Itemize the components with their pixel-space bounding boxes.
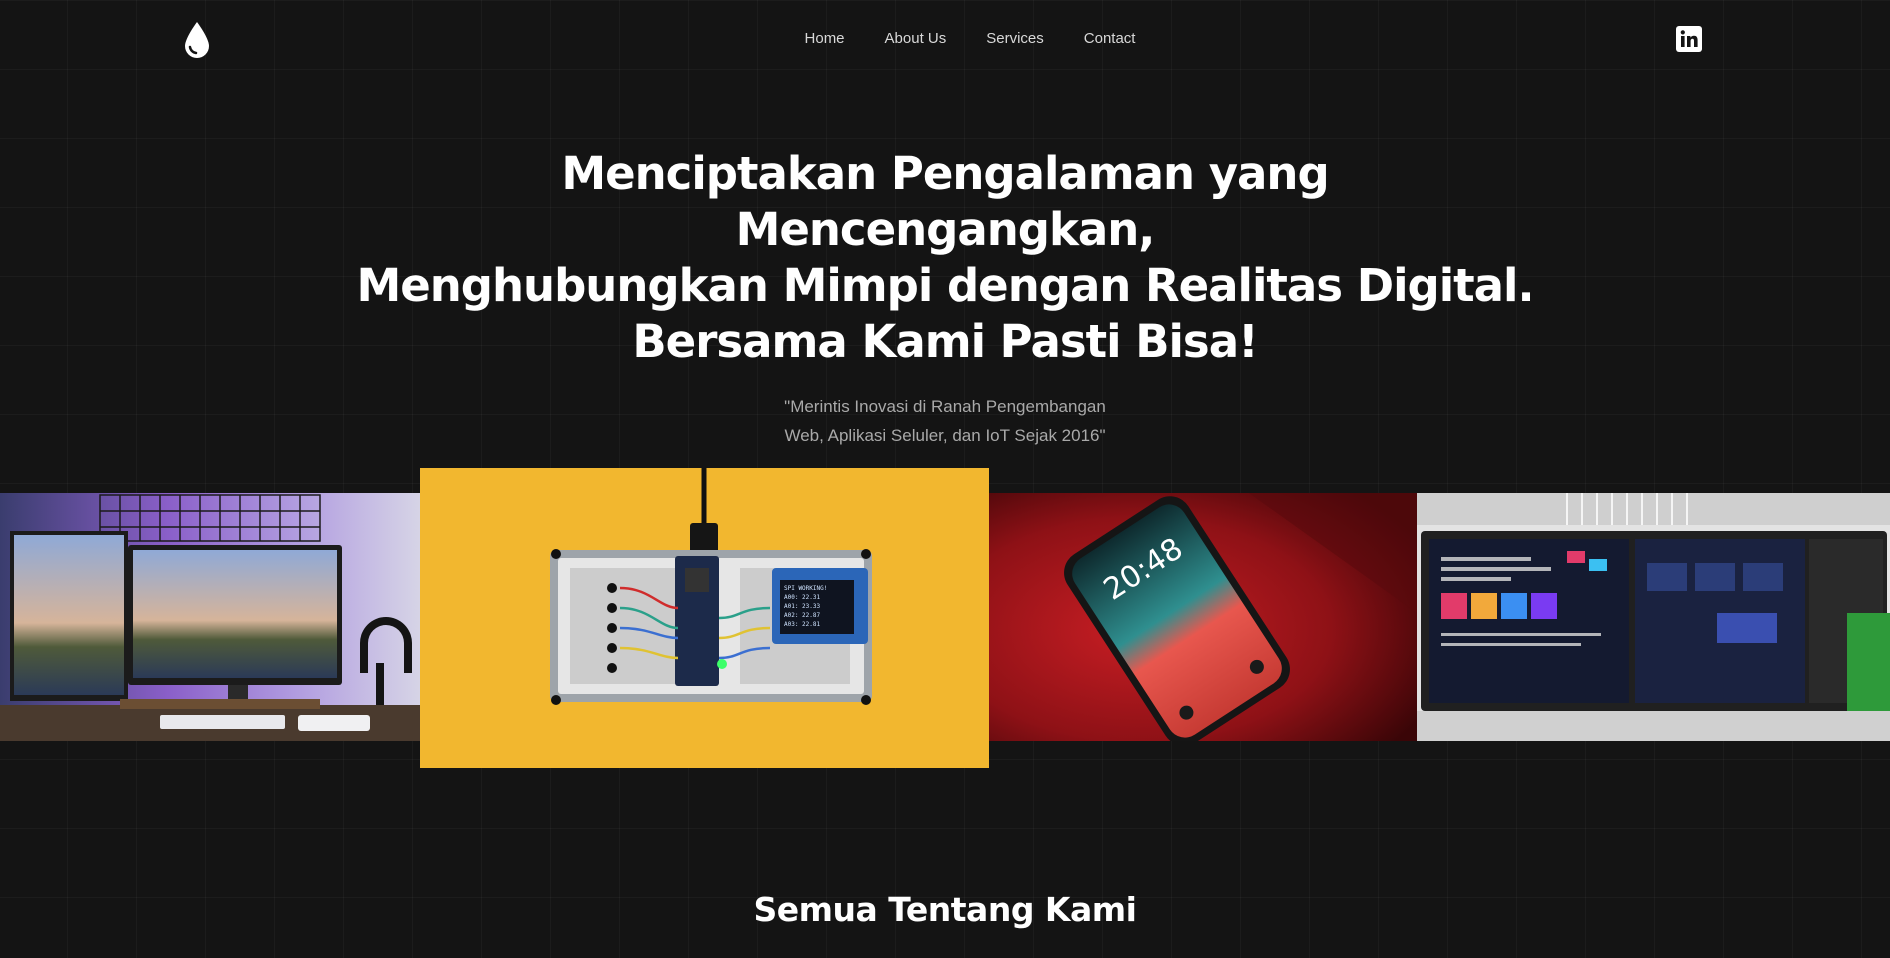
hero-section: Menciptakan Pengalaman yang Mencengangka… bbox=[0, 146, 1890, 450]
hero-subtitle-line-1: "Merintis Inovasi di Ranah Pengembangan bbox=[784, 397, 1106, 416]
main-nav: Home About Us Services Contact bbox=[0, 30, 1890, 47]
svg-text:A01: 23.33: A01: 23.33 bbox=[784, 603, 821, 610]
iot-breadboard-photo: SPI WORKING! A00: 22.31 A01: 23.33 A02: … bbox=[420, 468, 989, 768]
navbar: Home About Us Services Contact bbox=[0, 0, 1890, 80]
nav-contact[interactable]: Contact bbox=[1084, 30, 1136, 47]
hero-title: Menciptakan Pengalaman yang Mencengangka… bbox=[355, 146, 1535, 370]
svg-text:A03: 22.81: A03: 22.81 bbox=[784, 621, 821, 628]
svg-text:SPI WORKING!: SPI WORKING! bbox=[784, 585, 827, 592]
hero-title-line-1: Menciptakan Pengalaman yang Mencengangka… bbox=[561, 147, 1329, 256]
linkedin-icon[interactable] bbox=[1676, 26, 1702, 52]
nav-services[interactable]: Services bbox=[986, 30, 1044, 47]
hero-subtitle-line-2: Web, Aplikasi Seluler, dan IoT Sejak 201… bbox=[784, 426, 1106, 445]
about-section-title: Semua Tentang Kami bbox=[753, 890, 1137, 929]
hero-title-line-2: Menghubungkan Mimpi dengan Realitas Digi… bbox=[356, 259, 1534, 312]
nav-about-us[interactable]: About Us bbox=[885, 30, 947, 47]
smartphone-photo: 20:48 bbox=[989, 493, 1417, 741]
hero-subtitle: "Merintis Inovasi di Ranah Pengembangan … bbox=[775, 392, 1115, 450]
svg-text:A02: 22.87: A02: 22.87 bbox=[784, 612, 821, 619]
photo-gallery: SPI WORKING! A00: 22.31 A01: 23.33 A02: … bbox=[0, 468, 1890, 768]
svg-text:A00: 22.31: A00: 22.31 bbox=[784, 594, 821, 601]
hero-title-line-3: Bersama Kami Pasti Bisa! bbox=[632, 315, 1258, 368]
web-design-monitor-photo bbox=[1417, 493, 1890, 741]
desk-setup-photo bbox=[0, 493, 420, 741]
nav-home[interactable]: Home bbox=[805, 30, 845, 47]
